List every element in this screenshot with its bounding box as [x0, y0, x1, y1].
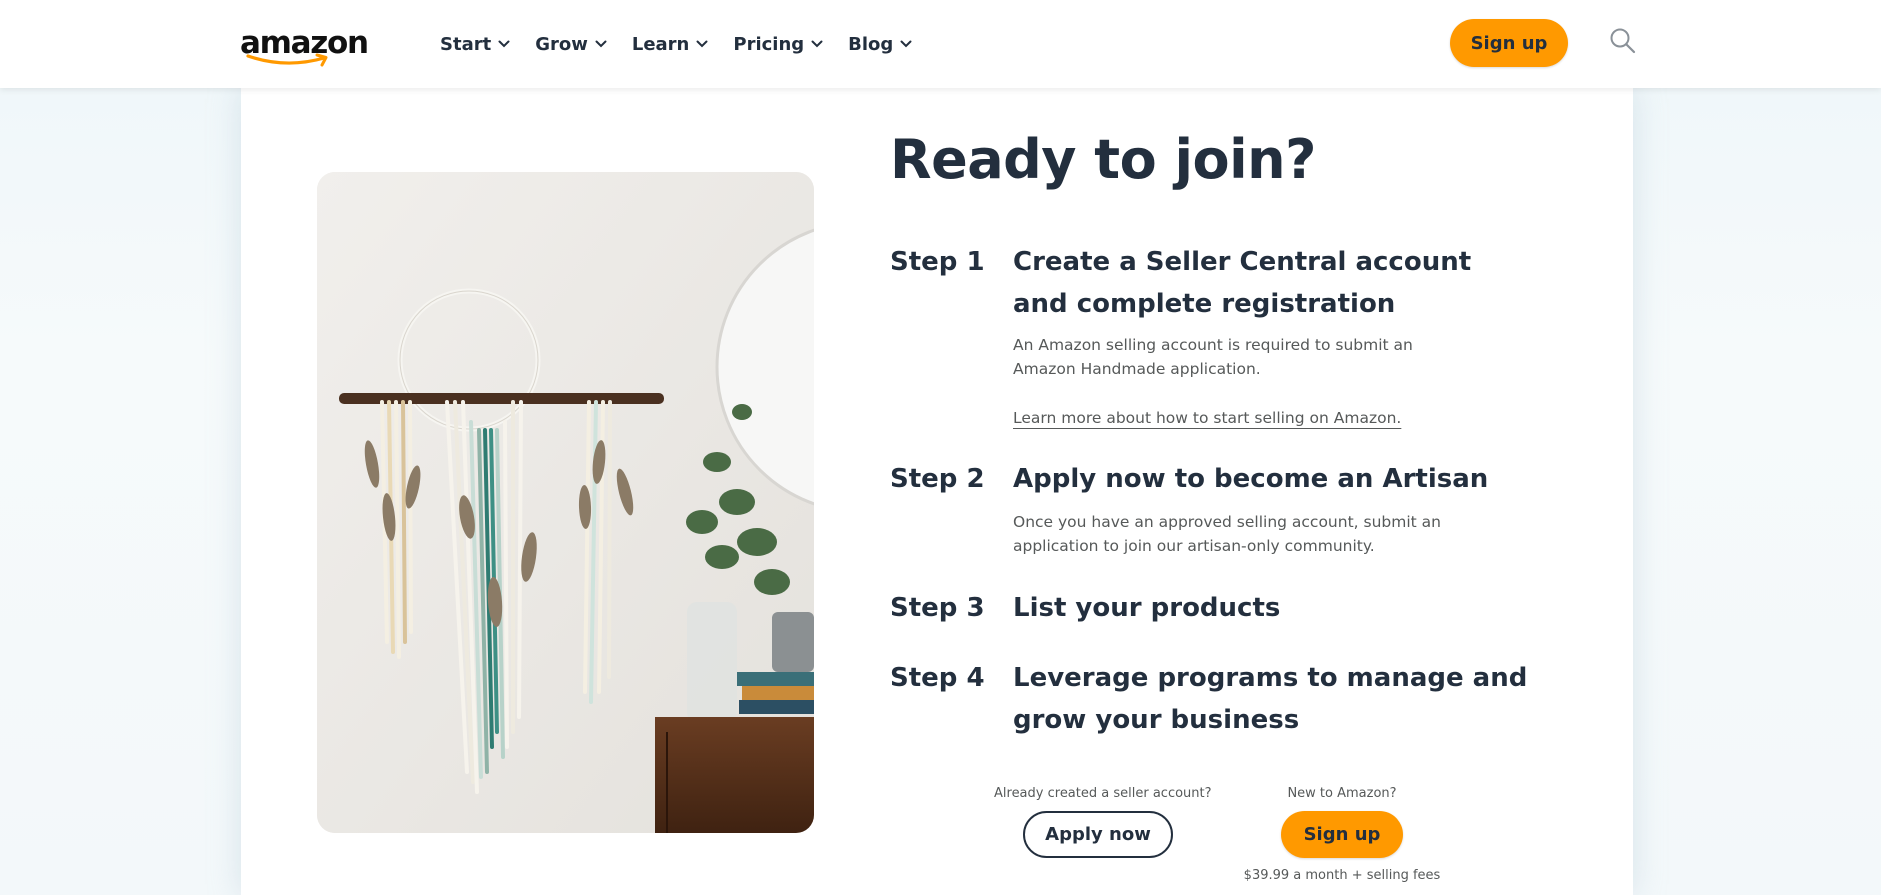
step-1-label: Step 1 — [890, 247, 985, 277]
search-icon — [1610, 28, 1636, 54]
nav-learn-label: Learn — [631, 33, 690, 55]
nav-grow-label: Grow — [535, 33, 588, 55]
nav-blog-label: Blog — [848, 33, 894, 55]
macrame-wall-hanging-image — [317, 172, 814, 833]
nav-start[interactable]: Start — [440, 34, 510, 55]
main-nav: Start Grow Learn Pricing Blog — [440, 0, 937, 88]
step-2-description: Once you have an approved selling accoun… — [1013, 513, 1441, 555]
step-4-label: Step 4 — [890, 663, 985, 693]
step-1-title: Create a Seller Central account and comp… — [1013, 247, 1472, 319]
chevron-down-icon — [498, 40, 510, 48]
chevron-down-icon — [900, 40, 912, 48]
smile-arrow-icon — [246, 53, 328, 67]
new-to-amazon-caption: New to Amazon? — [1287, 786, 1397, 801]
nav-blog[interactable]: Blog — [848, 34, 912, 55]
existing-account-caption: Already created a seller account? — [994, 786, 1212, 801]
signup-button[interactable]: Sign up — [1281, 811, 1403, 858]
nav-grow[interactable]: Grow — [535, 34, 607, 55]
amazon-logo[interactable]: amazon — [240, 26, 369, 68]
header-signup-button[interactable]: Sign up — [1450, 19, 1568, 67]
chevron-down-icon — [696, 40, 708, 48]
nav-start-label: Start — [440, 33, 492, 55]
step-3-label: Step 3 — [890, 593, 985, 623]
step-1-description: An Amazon selling account is required to… — [1013, 336, 1413, 378]
chevron-down-icon — [595, 40, 607, 48]
step-4-title: Leverage programs to manage and grow you… — [1013, 663, 1528, 735]
page-title: Ready to join? — [890, 128, 1316, 191]
nav-pricing-label: Pricing — [733, 33, 805, 55]
step-2-label: Step 2 — [890, 464, 985, 494]
search-button[interactable] — [1608, 26, 1638, 56]
learn-more-link[interactable]: Learn more about how to start selling on… — [1013, 406, 1401, 430]
nav-learn[interactable]: Learn — [632, 34, 709, 55]
nav-pricing[interactable]: Pricing — [733, 34, 823, 55]
chevron-down-icon — [811, 40, 823, 48]
step-3-title: List your products — [1013, 593, 1281, 623]
site-header: amazon Start Grow Learn Pricing Blog Sig… — [0, 0, 1881, 88]
apply-now-button[interactable]: Apply now — [1023, 811, 1173, 858]
fee-note: $39.99 a month + selling fees — [1243, 868, 1441, 883]
step-2-title: Apply now to become an Artisan — [1013, 464, 1489, 494]
